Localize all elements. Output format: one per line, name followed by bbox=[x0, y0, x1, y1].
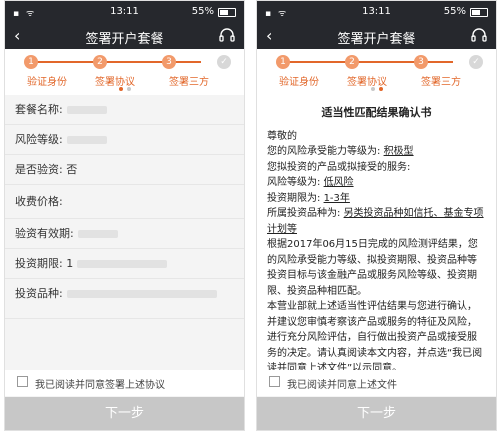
nav-bar: ‹ 签署开户套餐 bbox=[5, 23, 244, 49]
headset-icon[interactable] bbox=[218, 27, 236, 45]
period-label: 投资期限: bbox=[15, 257, 63, 270]
agree-text: 我已阅读并同意上述文件 bbox=[287, 380, 397, 391]
blurred-value bbox=[77, 260, 168, 268]
fee-row: 收费价格: bbox=[5, 185, 244, 219]
risk-level-label: 风险等级: bbox=[15, 133, 63, 146]
validity-row: 验资有效期: bbox=[5, 219, 244, 249]
step-3-label: 签署三方 bbox=[169, 77, 209, 88]
agreement-row[interactable]: 我已阅读并同意上述文件 bbox=[257, 370, 496, 396]
risk-level-row: 风险等级: bbox=[5, 125, 244, 155]
nav-bar: ‹ 签署开户套餐 bbox=[257, 23, 496, 49]
doc-paragraph-2: 本营业部就上述适当性评估结果与您进行确认，并建议您审慎考察该产品或服务的特征及风… bbox=[267, 301, 483, 374]
doc-line-risk-level: 风险等级为: 低风险 bbox=[267, 177, 354, 188]
battery-percent: 55% bbox=[191, 6, 214, 17]
agree-checkbox[interactable] bbox=[17, 376, 28, 387]
step-1-label: 验证身份 bbox=[27, 77, 67, 88]
step-2-label: 签署协议 bbox=[95, 77, 135, 88]
package-name-row: 套餐名称: bbox=[5, 95, 244, 125]
check-icon: ✓ bbox=[217, 55, 231, 69]
capital-check-label: 是否验资: bbox=[15, 163, 63, 176]
variety-row: 投资品种: bbox=[5, 279, 244, 319]
validity-label: 验资有效期: bbox=[15, 227, 74, 240]
status-bar: ▪ ᯤ 13:11 55% bbox=[257, 1, 496, 23]
battery-percent: 55% bbox=[443, 6, 466, 17]
page-indicator bbox=[257, 87, 496, 91]
next-button[interactable]: 下一步 bbox=[5, 397, 244, 430]
suitability-document: 适当性匹配结果确认书 尊敬的 您的风险承受能力等级为: 积极型 您拟投资的产品或… bbox=[257, 95, 496, 381]
blurred-value bbox=[66, 106, 107, 114]
check-icon: ✓ bbox=[469, 55, 483, 69]
capital-check-value: 否 bbox=[66, 163, 78, 176]
doc-line-product: 您拟投资的产品或拟接受的服务: bbox=[267, 161, 411, 173]
doc-greeting: 尊敬的 bbox=[267, 130, 297, 142]
agree-text: 我已阅读并同意签署上述协议 bbox=[35, 380, 165, 391]
period-value: 1 bbox=[66, 257, 74, 270]
variety-label: 投资品种: bbox=[15, 287, 63, 300]
package-name-label: 套餐名称: bbox=[15, 103, 63, 116]
step-1-label: 验证身份 bbox=[279, 77, 319, 88]
page-title: 签署开户套餐 bbox=[337, 32, 416, 47]
next-button[interactable]: 下一步 bbox=[257, 397, 496, 430]
risk-level-value: 低风险 bbox=[323, 177, 354, 188]
doc-line-risk-capacity: 您的风险承受能力等级为: 积极型 bbox=[267, 146, 414, 157]
step-3-circle: 3 bbox=[162, 55, 176, 69]
progress-stepper: 1 2 3 ✓ 验证身份 签署协议 签署三方 bbox=[5, 49, 244, 95]
risk-capacity-value: 积极型 bbox=[383, 146, 414, 157]
progress-stepper: 1 2 3 ✓ 验证身份 签署协议 签署三方 bbox=[257, 49, 496, 95]
step-3-circle: 3 bbox=[414, 55, 428, 69]
fee-label: 收费价格: bbox=[15, 195, 63, 208]
step-2-circle: 2 bbox=[93, 55, 107, 69]
left-phone-screen: ▪ ᯤ 13:11 55% ‹ 签署开户套餐 1 2 3 ✓ 验证身份 签署协议… bbox=[4, 0, 245, 431]
document-title: 适当性匹配结果确认书 bbox=[321, 106, 432, 119]
agreement-row[interactable]: 我已阅读并同意签署上述协议 bbox=[5, 370, 244, 396]
step-1-circle: 1 bbox=[24, 55, 38, 69]
battery-icon bbox=[218, 8, 236, 17]
page-title: 签署开户套餐 bbox=[85, 32, 164, 47]
doc-line-variety: 所属投资品种为: 另类投资品种如信托、基金专项计划等 bbox=[267, 208, 484, 235]
blurred-value bbox=[66, 136, 107, 144]
capital-check-row: 是否验资: 否 bbox=[5, 155, 244, 185]
period-row: 投资期限: 1 bbox=[5, 249, 244, 279]
doc-paragraph-1: 根据2017年06月15日完成的风险测评结果，您的风险承受能力等级、拟投资期限、… bbox=[267, 239, 478, 297]
period-value: 1-3年 bbox=[323, 192, 350, 204]
agree-checkbox[interactable] bbox=[269, 376, 280, 387]
step-3-label: 签署三方 bbox=[421, 77, 461, 88]
blurred-value bbox=[77, 230, 118, 238]
step-2-label: 签署协议 bbox=[347, 77, 387, 88]
step-2-circle: 2 bbox=[345, 55, 359, 69]
right-phone-screen: ▪ ᯤ 13:11 55% ‹ 签署开户套餐 1 2 3 ✓ 验证身份 签署协议… bbox=[256, 0, 497, 431]
package-form: 套餐名称: 风险等级: 是否验资: 否 收费价格: 验资有效期: 投资期限: 1… bbox=[5, 95, 244, 319]
page-indicator bbox=[5, 87, 244, 91]
headset-icon[interactable] bbox=[470, 27, 488, 45]
step-1-circle: 1 bbox=[276, 55, 290, 69]
blurred-value bbox=[66, 290, 217, 298]
doc-line-period: 投资期限为: 1-3年 bbox=[267, 192, 350, 204]
status-bar: ▪ ᯤ 13:11 55% bbox=[5, 1, 244, 23]
battery-icon bbox=[470, 8, 488, 17]
